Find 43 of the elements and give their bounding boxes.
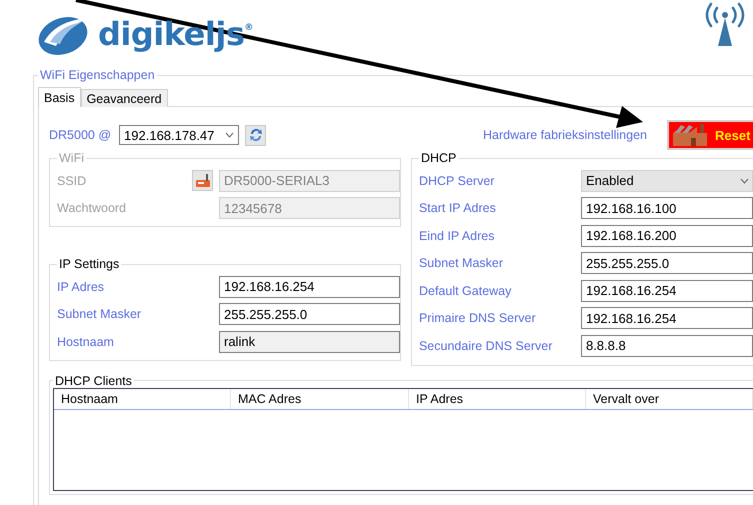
group-title: IP Settings — [58, 257, 120, 271]
column-header[interactable]: IP Adres — [409, 388, 586, 408]
field-label: Hostnaam — [57, 334, 115, 349]
tab[interactable]: Geavanceerd — [80, 89, 168, 107]
column-header[interactable]: Vervalt over — [586, 388, 753, 408]
device-label: DR5000 @ — [49, 128, 112, 142]
field-label: Default Gateway — [418, 284, 512, 298]
field-label: SSID — [57, 174, 86, 188]
group-title: DHCP — [420, 151, 458, 165]
field-label: Subnet Masker — [57, 307, 142, 322]
text-field[interactable]: ralink — [219, 330, 400, 353]
field-label: DHCP Server — [418, 174, 496, 188]
field-label: Wachtwoord — [57, 201, 126, 216]
group-title: WiFi — [58, 151, 85, 165]
group-title: DHCP Clients — [54, 374, 133, 388]
column-header[interactable]: Hostnaam — [54, 388, 231, 408]
chevron-down-icon — [225, 132, 234, 138]
text-field[interactable]: 8.8.8.8 — [580, 334, 753, 357]
field-label: IP Adres — [57, 280, 106, 294]
text-field[interactable]: 192.168.16.254 — [219, 276, 400, 298]
chevron-down-icon — [740, 178, 749, 184]
clients-list[interactable]: Hostnaam MAC Adres IP Adres Vervalt over — [53, 388, 753, 490]
text-field[interactable]: 192.168.16.254 — [580, 307, 753, 330]
field-label: Primaire DNS Server — [418, 311, 537, 326]
text-field[interactable]: 192.168.16.100 — [580, 197, 753, 220]
text-field[interactable]: 192.168.16.254 — [580, 280, 753, 302]
router-icon — [194, 174, 210, 188]
column-header[interactable]: MAC Adres — [231, 388, 409, 408]
text-field[interactable]: 255.255.255.0 — [219, 303, 400, 326]
dhcp-server-dropdown[interactable]: Enabled — [580, 170, 753, 192]
field-label: Eind IP Adres — [418, 228, 496, 243]
ip-address-dropdown[interactable]: 192.168.178.47 — [119, 125, 240, 145]
factory-settings-link[interactable]: Hardware fabrieksinstellingen — [483, 128, 647, 142]
text-field[interactable]: 192.168.16.200 — [580, 224, 753, 247]
field-label: Secundaire DNS Server — [418, 338, 554, 353]
field-label: Subnet Masker — [418, 256, 504, 270]
panel-title: WiFi Eigenschappen — [39, 68, 156, 82]
logo-text: digikeljs$^{®}$ — [98, 16, 253, 52]
refresh-icon — [248, 127, 264, 143]
refresh-button[interactable] — [245, 124, 266, 146]
tab[interactable]: Basis — [38, 87, 81, 107]
text-field[interactable]: 255.255.255.0 — [580, 252, 753, 274]
field-label: Start IP Adres — [418, 201, 497, 216]
